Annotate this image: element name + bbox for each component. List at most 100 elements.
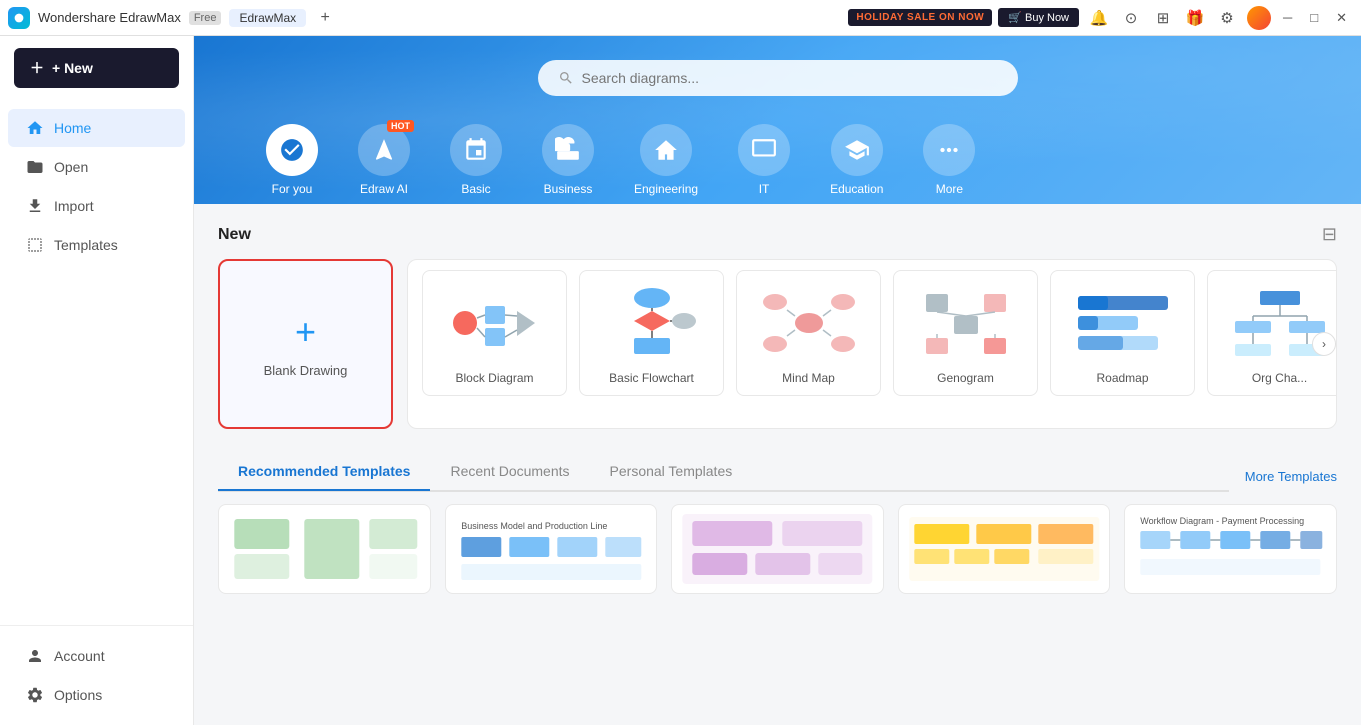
section-settings-icon[interactable]: ⊟ — [1322, 224, 1337, 245]
sidebar-item-account[interactable]: Account — [8, 637, 185, 675]
cat-label-business: Business — [544, 182, 593, 196]
basic-flowchart-icon — [602, 283, 702, 363]
help-icon[interactable]: ⊙ — [1117, 4, 1145, 32]
sidebar-item-options[interactable]: Options — [8, 676, 185, 714]
open-icon — [26, 158, 44, 176]
titlebar-left: Wondershare EdrawMax Free EdrawMax + — [8, 7, 336, 29]
hot-badge: HOT — [387, 120, 414, 132]
search-input[interactable] — [582, 70, 998, 86]
engineering-icon-wrap — [640, 124, 692, 176]
rec-card-1[interactable] — [218, 504, 431, 594]
rec-tabs: Recommended Templates Recent Documents P… — [218, 453, 1229, 492]
sidebar: ＋ + New Home Open Import Templates — [0, 36, 194, 725]
sidebar-import-label: Import — [54, 198, 94, 214]
cat-tab-more[interactable]: More — [903, 116, 995, 204]
more-icon-wrap — [923, 124, 975, 176]
search-bar[interactable] — [538, 60, 1018, 96]
rec-tab-recent-label: Recent Documents — [450, 463, 569, 479]
cat-label-for-you: For you — [272, 182, 313, 196]
titlebar-toolbar: 🔔 ⊙ ⊞ 🎁 ⚙ — [1085, 4, 1241, 32]
template-card-basic-flowchart[interactable]: Basic Flowchart — [579, 270, 724, 396]
cat-label-more: More — [936, 182, 963, 196]
for-you-icon-wrap — [266, 124, 318, 176]
apps-icon[interactable]: ⊞ — [1149, 4, 1177, 32]
buy-now-button[interactable]: 🛒 Buy Now — [998, 8, 1079, 27]
rec-tab-personal[interactable]: Personal Templates — [590, 453, 753, 491]
cat-tab-for-you[interactable]: For you — [246, 116, 338, 204]
education-icon — [844, 137, 870, 163]
svg-text:Business Model and Production: Business Model and Production Line — [461, 521, 607, 531]
blank-drawing-card[interactable]: + Blank Drawing — [218, 259, 393, 429]
notification-icon[interactable]: 🔔 — [1085, 4, 1113, 32]
add-tab-button[interactable]: + — [314, 7, 336, 29]
new-section-title: New — [218, 226, 251, 244]
sidebar-item-import[interactable]: Import — [8, 187, 185, 225]
sidebar-item-templates[interactable]: Templates — [8, 226, 185, 264]
recommended-section: Recommended Templates Recent Documents P… — [194, 449, 1361, 610]
template-card-mind-map[interactable]: Mind Map — [736, 270, 881, 396]
education-icon-wrap — [831, 124, 883, 176]
cat-tab-basic[interactable]: Basic — [430, 116, 522, 204]
genogram-label: Genogram — [937, 371, 994, 385]
roadmap-label: Roadmap — [1096, 371, 1148, 385]
cat-tab-edraw-ai[interactable]: HOT Edraw AI — [338, 116, 430, 204]
new-section: New ⊟ + Blank Drawing — [194, 204, 1361, 449]
sidebar-templates-label: Templates — [54, 237, 118, 253]
cat-tab-business[interactable]: Business — [522, 116, 614, 204]
close-button[interactable]: ✕ — [1330, 8, 1353, 28]
rec-tab-recent[interactable]: Recent Documents — [430, 453, 589, 491]
new-button[interactable]: ＋ + New — [14, 48, 179, 88]
rec-card-3[interactable] — [671, 504, 884, 594]
holiday-badge: HOLIDAY SALE ON NOW — [848, 9, 992, 26]
cards-next-arrow[interactable]: › — [1312, 332, 1336, 356]
maximize-button[interactable]: □ — [1304, 8, 1324, 27]
rec-card-5[interactable]: Workflow Diagram - Payment Processing — [1124, 504, 1337, 594]
cat-tab-it[interactable]: IT — [718, 116, 810, 204]
rec-card-2[interactable]: Business Model and Production Line — [445, 504, 658, 594]
roadmap-icon — [1073, 283, 1173, 363]
rec-card-4[interactable] — [898, 504, 1111, 594]
sidebar-open-label: Open — [54, 159, 88, 175]
sidebar-home-label: Home — [54, 120, 91, 136]
block-diagram-icon — [445, 283, 545, 363]
home-icon — [26, 119, 44, 137]
app-logo — [8, 7, 30, 29]
cat-tab-education[interactable]: Education — [810, 116, 903, 204]
gift-icon[interactable]: 🎁 — [1181, 4, 1209, 32]
options-label: Options — [54, 687, 102, 703]
template-card-roadmap[interactable]: Roadmap — [1050, 270, 1195, 396]
for-you-icon — [279, 137, 305, 163]
genogram-icon — [916, 283, 1016, 363]
titlebar: Wondershare EdrawMax Free EdrawMax + HOL… — [0, 0, 1361, 36]
account-label: Account — [54, 648, 105, 664]
template-cards-container: Block Diagram — [407, 259, 1337, 429]
app-tier-badge: Free — [189, 11, 222, 25]
category-tabs: For you HOT Edraw AI Basic — [226, 116, 1329, 204]
it-icon-wrap — [738, 124, 790, 176]
app-tab[interactable]: EdrawMax — [229, 9, 306, 27]
sidebar-item-home[interactable]: Home — [8, 109, 185, 147]
cat-tab-engineering[interactable]: Engineering — [614, 116, 718, 204]
banner: For you HOT Edraw AI Basic — [194, 36, 1361, 204]
more-templates-link[interactable]: More Templates — [1245, 469, 1337, 492]
sidebar-item-open[interactable]: Open — [8, 148, 185, 186]
search-icon — [558, 70, 574, 86]
edraw-ai-icon — [371, 137, 397, 163]
edraw-ai-icon-wrap: HOT — [358, 124, 410, 176]
minimize-button[interactable]: ─ — [1277, 8, 1298, 27]
section-header: New ⊟ — [218, 224, 1337, 245]
settings-icon[interactable]: ⚙ — [1213, 4, 1241, 32]
user-avatar[interactable] — [1247, 6, 1271, 30]
content-area: For you HOT Edraw AI Basic — [194, 36, 1361, 725]
template-card-block-diagram[interactable]: Block Diagram — [422, 270, 567, 396]
app-name: Wondershare EdrawMax — [38, 10, 181, 25]
engineering-icon — [653, 137, 679, 163]
titlebar-right: HOLIDAY SALE ON NOW 🛒 Buy Now 🔔 ⊙ ⊞ 🎁 ⚙ … — [848, 4, 1353, 32]
it-icon — [751, 137, 777, 163]
cat-label-edraw-ai: Edraw AI — [360, 182, 408, 196]
rec-tab-recommended[interactable]: Recommended Templates — [218, 453, 430, 491]
org-chart-label: Org Cha... — [1252, 371, 1307, 385]
block-diagram-label: Block Diagram — [455, 371, 533, 385]
template-card-genogram[interactable]: Genogram — [893, 270, 1038, 396]
rec-tab-recommended-label: Recommended Templates — [238, 463, 410, 479]
